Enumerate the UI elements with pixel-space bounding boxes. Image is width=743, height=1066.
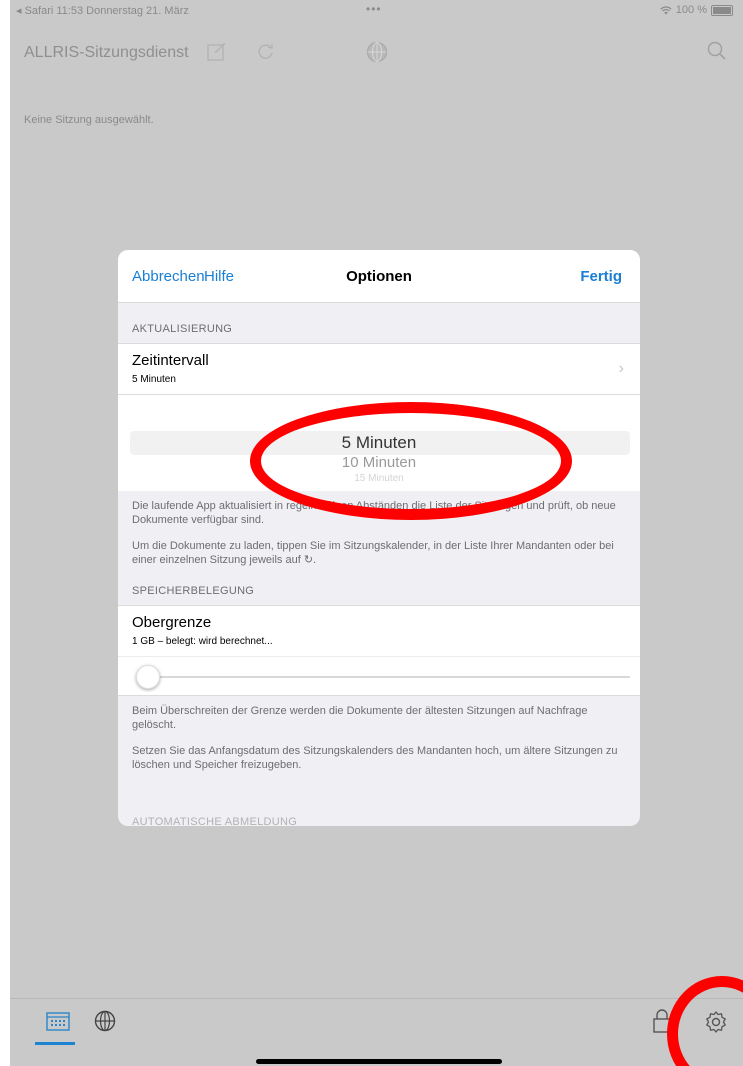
globe-icon[interactable] (93, 1009, 117, 1033)
section-header-storage: SPEICHERBELEGUNG (118, 567, 640, 605)
modal-header: Abbrechen Hilfe Optionen Fertig (118, 250, 640, 303)
slider-track[interactable] (146, 676, 630, 678)
status-dots: ••• (366, 2, 382, 16)
search-icon[interactable] (706, 40, 728, 62)
battery-icon (711, 4, 733, 16)
storage-limit-title: Obergrenze (132, 614, 212, 631)
storage-limit-row: Obergrenze 1 GB – belegt: wird berechnet… (118, 605, 640, 657)
slider-thumb[interactable] (136, 665, 160, 689)
wifi-icon (660, 5, 672, 14)
options-modal: Abbrechen Hilfe Optionen Fertig AKTUALIS… (118, 250, 640, 826)
storage-footer-text-2: Setzen Sie das Anfangsdatum des Sitzungs… (132, 745, 618, 771)
storage-limit-slider[interactable] (118, 657, 640, 696)
selected-tab-indicator (35, 1042, 75, 1045)
globe-icon[interactable] (365, 40, 389, 64)
storage-footer-text: Beim Überschreiten der Grenze werden die… (132, 705, 588, 731)
empty-state-message: Keine Sitzung ausgewählt. (24, 114, 154, 126)
app-title: ALLRIS-Sitzungsdienst (24, 44, 189, 61)
annotation-ellipse-picker (250, 402, 572, 520)
section-header-storage-label: SPEICHERBELEGUNG (132, 585, 255, 597)
section-header-auto-logout: AUTOMATISCHE ABMELDUNG (132, 816, 298, 826)
navigation-bar: ALLRIS-Sitzungsdienst (10, 22, 743, 82)
interval-row[interactable]: Zeitintervall 5 Minuten › (118, 343, 640, 395)
interval-value: 5 Minuten (132, 374, 176, 385)
compose-icon[interactable] (206, 40, 228, 62)
home-indicator[interactable] (256, 1059, 502, 1064)
refresh-icon[interactable] (256, 40, 276, 62)
update-footer-text-2: Um die Dokumente zu laden, tippen Sie im… (132, 540, 614, 566)
section-header-update: AKTUALISIERUNG (118, 303, 640, 343)
done-button[interactable]: Fertig (580, 268, 622, 285)
battery-percent: 100 % (675, 4, 707, 16)
storage-limit-value: 1 GB – belegt: wird berechnet... (132, 636, 273, 647)
modal-title: Optionen (346, 268, 412, 285)
ipad-screen: ◂ Safari 11:53 Donnerstag 21. März ••• 1… (10, 0, 743, 1066)
status-right: 100 % (660, 4, 733, 16)
section-header-update-label: AKTUALISIERUNG (132, 323, 233, 335)
status-left: ◂ Safari 11:53 Donnerstag 21. März (16, 5, 189, 17)
status-bar: ◂ Safari 11:53 Donnerstag 21. März ••• 1… (10, 0, 743, 22)
bottom-toolbar (10, 998, 743, 1066)
chevron-right-icon: › (618, 360, 624, 377)
annotation-ellipse-settings (667, 976, 743, 1066)
interval-title: Zeitintervall (132, 352, 209, 369)
calendar-icon[interactable] (46, 1011, 70, 1031)
